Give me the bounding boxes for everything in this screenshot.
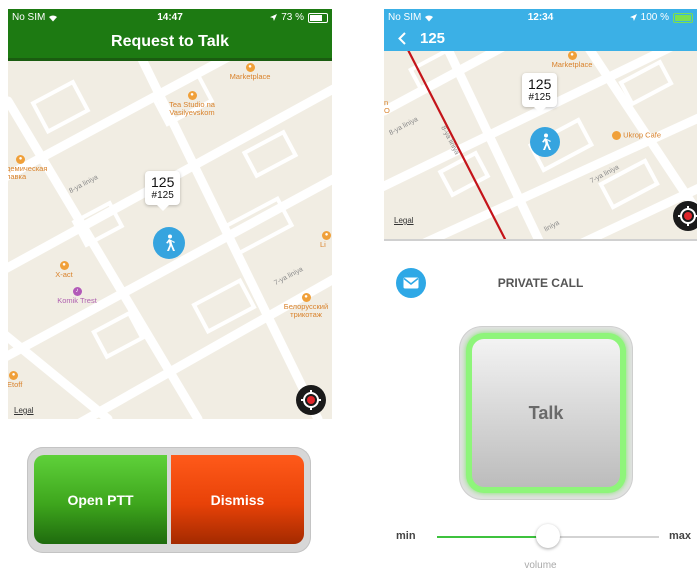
poi-etoff[interactable]: ● Etoff [8,371,31,389]
poi-bookstore[interactable]: ● демическая лавка [8,155,66,181]
volume-min-label: min [396,530,416,542]
poi-label: Marketplace [229,72,271,81]
chevron-left-icon[interactable] [398,32,406,45]
poi-x-act[interactable]: ● X-act [48,261,80,279]
poi-label: X-act [55,270,73,279]
shirt-icon: ● [59,261,69,270]
talk-button[interactable]: Talk [472,339,620,487]
wifi-icon [49,14,58,21]
location-arrow-icon [270,14,278,21]
volume-max-label: max [669,530,692,542]
battery-percent: 100 % [640,12,669,23]
status-bar: No SIM 14:47 73 % [8,9,332,26]
poi-label: Ukrop Cafe [623,130,662,140]
cafe-icon: ● [16,155,25,164]
poi-label: Komik Trest [57,296,97,305]
volume-slider-fill [437,536,548,538]
talk-glow: Talk [466,333,626,493]
poi-label: Tea Studio na Vasilyevskom [169,100,215,117]
shop-icon: ● [322,231,331,240]
call-header: PRIVATE CALL [384,266,697,298]
poi-label: n O [384,98,390,115]
poi-ukrop-cafe[interactable]: Ukrop Cafe [612,131,676,140]
clock: 14:47 [157,12,183,23]
carrier-label: No SIM [12,12,46,23]
poi-edge[interactable]: n O [384,99,394,115]
right-screen: No SIM 12:34 100 % 125 ● Marketplace Ukr… [384,9,697,579]
callout-subtitle: #125 [528,92,551,103]
pedestrian-icon [166,234,175,251]
page-title: 125 [420,30,446,47]
callout-title: 125 [151,174,175,190]
poi-belarus-knitwear[interactable]: ● Белорусский трикотаж [276,293,332,319]
volume-caption: volume [524,560,557,571]
cafe-icon: ● [187,91,197,100]
callout-subtitle: #125 [151,190,174,201]
poi-label: демическая лавка [8,164,48,181]
map-view[interactable]: ● Marketplace ● Tea Studio na Vasilyevsk… [8,61,332,419]
location-arrow-icon [629,14,637,21]
call-type-title: PRIVATE CALL [497,276,584,290]
carrier-group: No SIM [12,12,58,23]
poi-marketplace[interactable]: ● Marketplace [220,63,280,81]
carrier-label: No SIM [388,12,422,23]
callout-title: 125 [528,76,552,92]
left-screen: No SIM 14:47 73 % Request to Talk ● Mark… [8,9,332,569]
poi-label: Li [320,240,326,249]
dismiss-button[interactable]: Dismiss [171,455,304,544]
poi-komik-trest[interactable]: ♪ Komik Trest [48,287,106,305]
user-location-pin[interactable] [530,127,560,157]
recenter-button[interactable] [673,201,697,231]
nav-bar: 125 [384,26,697,51]
recenter-button[interactable] [296,385,326,415]
volume-slider-thumb[interactable] [536,524,560,548]
poi-label: Marketplace [551,60,593,69]
status-right: 100 % [629,12,693,23]
pedestrian-icon [542,133,551,150]
legal-link[interactable]: Legal [394,216,414,225]
battery-icon [308,12,328,23]
user-callout[interactable]: 125 #125 [145,171,181,211]
music-icon: ♪ [72,287,82,296]
shop-icon: ● [567,51,577,60]
nav-bar: Request to Talk [8,26,332,61]
poi-label: Белорусский трикотаж [283,302,329,319]
map-view[interactable]: ● Marketplace Ukrop Cafe n O 8-ya liniya… [384,51,697,241]
target-icon [301,390,321,410]
wifi-icon [425,14,434,21]
shirt-icon: ● [301,293,311,302]
shop-icon: ● [245,63,255,72]
poi-edge[interactable]: ● Li [320,231,332,249]
legal-link[interactable]: Legal [14,406,34,415]
open-ptt-button[interactable]: Open PTT [34,455,167,544]
clock: 12:34 [527,12,554,23]
cafe-icon [612,131,621,140]
target-icon [678,206,697,226]
talk-button-frame: Talk [460,327,632,499]
carrier-group: No SIM [388,12,434,23]
user-location-pin[interactable] [153,227,185,259]
action-button-group: Open PTT Dismiss [27,447,311,553]
poi-label: Etoff [8,380,23,389]
page-title: Request to Talk [111,33,229,50]
battery-percent: 73 % [281,12,304,23]
battery-icon [673,12,693,23]
status-right: 73 % [270,12,328,23]
user-callout[interactable]: 125 #125 [522,73,558,113]
status-bar: No SIM 12:34 100 % [384,9,697,26]
poi-marketplace[interactable]: ● Marketplace [542,51,602,69]
poi-tea-studio[interactable]: ● Tea Studio na Vasilyevskom [158,91,226,117]
shop-icon: ● [9,371,18,380]
